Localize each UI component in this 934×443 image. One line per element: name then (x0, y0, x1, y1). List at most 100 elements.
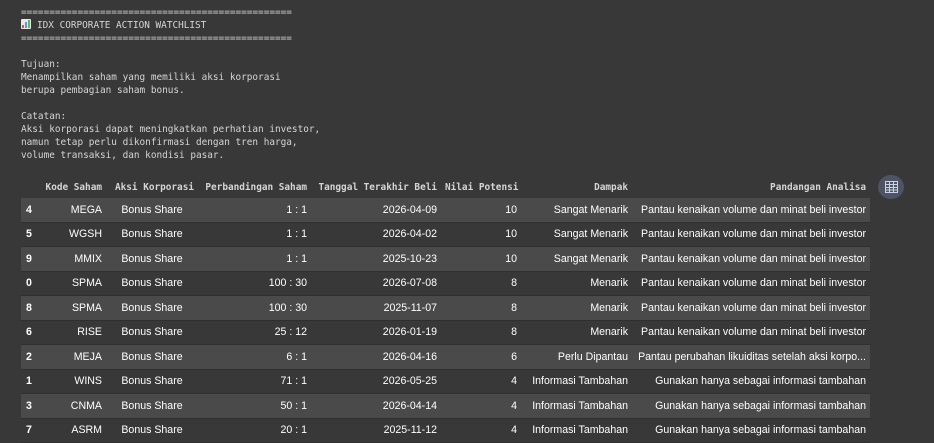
cell-dampak: Sangat Menarik (553, 203, 628, 216)
cell-pandangan-analisa: Pantau perubahan likuiditas setelah aksi… (638, 350, 866, 363)
cell-nilai-potensi: 4 (511, 424, 517, 437)
cell-tanggal-terakhir-beli: 2025-10-23 (382, 252, 437, 265)
table-row: 9 MMIX Bonus Share 1 : 1 2025-10-23 10 Sangat … (21, 246, 870, 271)
cell-kode-saham: ASRM (71, 424, 102, 437)
tujuan-line: Menampilkan saham yang memiliki aksi kor… (21, 72, 281, 83)
cell-perbandingan-saham: 100 : 30 (268, 277, 307, 290)
cell-output-text: ========================================… (21, 6, 320, 162)
cell-index: 4 (26, 203, 32, 216)
header-perbandingan-saham: Perbandingan Saham (205, 181, 307, 193)
cell-aksi-korporasi: Bonus Share (121, 350, 183, 363)
cell-tanggal-terakhir-beli: 2026-04-14 (382, 399, 437, 412)
cell-perbandingan-saham: 20 : 1 (280, 424, 307, 437)
cell-aksi-korporasi: Bonus Share (121, 399, 183, 412)
cell-index: 3 (26, 399, 32, 412)
header-nilai-potensi: Nilai Potensi (445, 181, 519, 193)
cell-perbandingan-saham: 1 : 1 (286, 252, 307, 265)
table-header-row: Kode Saham Aksi Korporasi Perbandingan S… (21, 176, 870, 198)
cell-kode-saham: MEGA (70, 203, 102, 216)
cell-tanggal-terakhir-beli: 2026-07-08 (382, 277, 437, 290)
cell-pandangan-analisa: Pantau kenaikan volume dan minat beli in… (641, 203, 866, 216)
cell-nilai-potensi: 10 (505, 228, 517, 241)
cell-aksi-korporasi: Bonus Share (121, 228, 183, 241)
table-row: 4 MEGA Bonus Share 1 : 1 2026-04-09 10 Sangat … (21, 198, 870, 222)
cell-kode-saham: CNMA (70, 399, 102, 412)
cell-pandangan-analisa: Pantau kenaikan volume dan minat beli in… (641, 326, 866, 339)
cell-pandangan-analisa: Gunakan hanya sebagai informasi tambahan (655, 424, 866, 437)
cell-nilai-potensi: 8 (511, 277, 517, 290)
table-row: 2 MEJA Bonus Share 6 : 1 2026-04-16 6 Perlu Di… (21, 344, 870, 369)
cell-kode-saham: MMIX (74, 252, 102, 265)
tujuan-line: berupa pembagian saham bonus. (21, 85, 185, 96)
cell-pandangan-analisa: Pantau kenaikan volume dan minat beli in… (641, 301, 866, 314)
cell-aksi-korporasi: Bonus Share (121, 301, 183, 314)
cell-kode-saham: RISE (77, 326, 102, 339)
cell-tanggal-terakhir-beli: 2025-11-12 (383, 424, 437, 437)
table-row: 7 ASRM Bonus Share 20 : 1 2025-11-12 4 Informa… (21, 418, 870, 443)
cell-aksi-korporasi: Bonus Share (121, 375, 183, 388)
cell-aksi-korporasi: Bonus Share (121, 326, 183, 339)
cell-perbandingan-saham: 1 : 1 (286, 228, 307, 241)
cell-dampak: Informasi Tambahan (532, 424, 628, 437)
cell-perbandingan-saham: 1 : 1 (286, 203, 307, 216)
cell-dampak: Sangat Menarik (553, 228, 628, 241)
header-dampak: Dampak (594, 181, 628, 193)
cell-tanggal-terakhir-beli: 2026-04-16 (382, 350, 437, 363)
cell-aksi-korporasi: Bonus Share (121, 277, 183, 290)
cell-perbandingan-saham: 100 : 30 (268, 301, 307, 314)
table-row: 0 SPMA Bonus Share 100 : 30 2026-07-08 8 Menar… (21, 271, 870, 296)
cell-nilai-potensi: 10 (505, 203, 517, 216)
cell-index: 6 (26, 326, 32, 339)
cell-tanggal-terakhir-beli: 2026-01-19 (382, 326, 437, 339)
cell-tanggal-terakhir-beli: 2025-11-07 (383, 301, 437, 314)
cell-tanggal-terakhir-beli: 2026-05-25 (382, 375, 437, 388)
table-row: 8 SPMA Bonus Share 100 : 30 2025-11-07 8 Menar… (21, 295, 870, 320)
tujuan-label: Tujuan: (21, 59, 61, 70)
separator-top: ========================================… (21, 7, 292, 18)
cell-nilai-potensi: 8 (511, 301, 517, 314)
cell-aksi-korporasi: Bonus Share (121, 252, 183, 265)
table-grid-glyph (884, 181, 898, 193)
cell-index: 2 (26, 350, 32, 363)
catatan-line: volume transaksi, dan kondisi pasar. (21, 150, 225, 161)
cell-nilai-potensi: 10 (505, 252, 517, 265)
cell-pandangan-analisa: Gunakan hanya sebagai informasi tambahan (655, 375, 866, 388)
cell-perbandingan-saham: 50 : 1 (280, 399, 307, 412)
cell-kode-saham: MEJA (73, 350, 102, 363)
cell-index: 7 (26, 424, 32, 437)
header-aksi-korporasi: Aksi Korporasi (114, 181, 194, 193)
header-tanggal-terakhir-beli: Tanggal Terakhir Beli (318, 181, 437, 193)
cell-kode-saham: SPMA (71, 277, 102, 290)
table-row: 6 RISE Bonus Share 25 : 12 2026-01-19 8 Menari… (21, 320, 870, 345)
cell-aksi-korporasi: Bonus Share (121, 424, 183, 437)
output-title: IDX CORPORATE ACTION WATCHLIST (37, 20, 207, 31)
cell-tanggal-terakhir-beli: 2026-04-02 (382, 228, 437, 241)
cell-dampak: Menarik (590, 301, 628, 314)
cell-index: 5 (26, 228, 32, 241)
dataframe-container: Kode Saham Aksi Korporasi Perbandingan S… (21, 176, 871, 443)
cell-nilai-potensi: 6 (511, 350, 517, 363)
header-pandangan-analisa: Pandangan Analisa (770, 181, 866, 193)
table-view-icon[interactable] (878, 175, 904, 199)
separator-bottom: ========================================… (21, 33, 292, 44)
table-body: 4 MEGA Bonus Share 1 : 1 2026-04-09 10 Sangat … (21, 198, 870, 443)
header-kode-saham: Kode Saham (45, 181, 102, 193)
cell-dampak: Informasi Tambahan (532, 375, 628, 388)
table-row: 5 WGSH Bonus Share 1 : 1 2026-04-02 10 Sangat … (21, 222, 870, 247)
table-row: 1 WINS Bonus Share 71 : 1 2026-05-25 4 Informa… (21, 369, 870, 394)
cell-nilai-potensi: 4 (511, 399, 517, 412)
table-row: 3 CNMA Bonus Share 50 : 1 2026-04-14 4 Informa… (21, 393, 870, 418)
cell-dampak: Menarik (590, 326, 628, 339)
cell-kode-saham: WINS (74, 375, 102, 388)
cell-dampak: Menarik (590, 277, 628, 290)
cell-pandangan-analisa: Pantau kenaikan volume dan minat beli in… (641, 277, 866, 290)
cell-index: 1 (26, 375, 32, 388)
cell-pandangan-analisa: Pantau kenaikan volume dan minat beli in… (641, 228, 866, 241)
dataframe-table: Kode Saham Aksi Korporasi Perbandingan S… (21, 176, 870, 443)
cell-nilai-potensi: 4 (511, 375, 517, 388)
cell-index: 9 (26, 252, 32, 265)
bar-chart-emoji-icon (21, 19, 31, 29)
cell-perbandingan-saham: 71 : 1 (280, 375, 307, 388)
cell-dampak: Perlu Dipantau (557, 350, 628, 363)
